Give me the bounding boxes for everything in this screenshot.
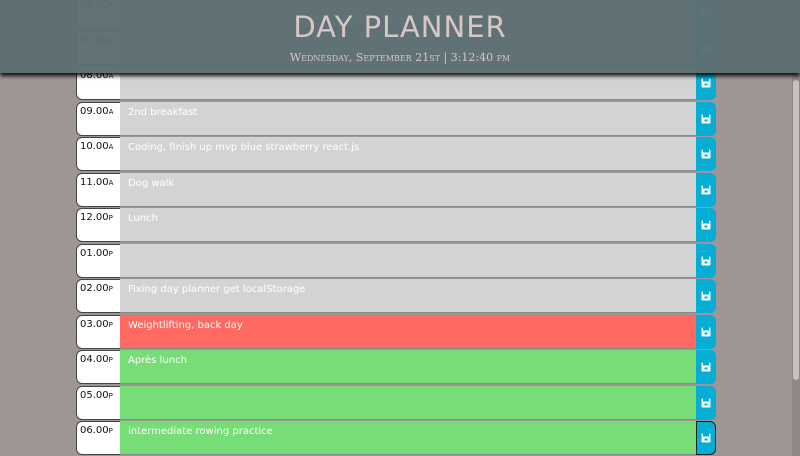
current-date: Wednesday, September 21st | 3:12:40 pm: [289, 51, 511, 64]
hour-ampm: P: [108, 320, 113, 329]
hour-ampm: P: [108, 214, 113, 222]
task-input[interactable]: Fixing day planner get localStorage: [120, 279, 696, 313]
time-block-row: 05.00P: [76, 385, 716, 420]
hour-ampm: A: [108, 178, 114, 187]
task-input[interactable]: 2nd breakfast: [120, 101, 696, 136]
hour-label: 11.00A: [76, 172, 120, 207]
time-block-row: 04.00P Après lunch: [76, 350, 716, 384]
task-input[interactable]: Après lunch: [120, 350, 696, 384]
hour-label: 12.00P: [76, 208, 120, 242]
hour-ampm: P: [108, 427, 113, 435]
time-block-row: 06.00P intermediate rowing practice: [76, 421, 716, 455]
hour-time: 12.00: [80, 212, 109, 223]
save-icon: [701, 256, 711, 265]
hour-label: 03.00P: [76, 314, 120, 349]
hour-ampm: P: [108, 285, 113, 293]
time-block-row: 01.00P: [76, 243, 716, 278]
time-block-row: 03.00P Weightlifting, back day: [76, 314, 716, 349]
hour-time: 09.00: [80, 105, 109, 117]
hour-time: 06.00: [80, 425, 109, 436]
task-text: Dog walk: [128, 177, 175, 189]
hour-time: 04.00: [80, 354, 109, 365]
hour-time: 02.00: [80, 283, 109, 294]
save-icon: [701, 291, 711, 301]
time-block-row: 11.00A Dog walk: [76, 172, 716, 207]
task-input[interactable]: Coding, finish up mvp blue strawberry re…: [120, 137, 696, 171]
time-block-row: 10.00A Coding, finish up mvp blue strawbe…: [76, 137, 716, 171]
save-button[interactable]: [696, 350, 716, 384]
scrollbar-thumb[interactable]: [793, 80, 799, 380]
hour-time: 01.00: [80, 247, 109, 259]
save-icon: [701, 114, 711, 123]
save-button[interactable]: [696, 279, 716, 313]
task-input[interactable]: intermediate rowing practice: [120, 421, 696, 455]
time-block-row: 12.00P Lunch: [76, 208, 716, 242]
hour-ampm: A: [108, 107, 114, 116]
task-text: 2nd breakfast: [128, 106, 198, 118]
save-icon: [701, 433, 711, 443]
task-text: Weightlifting, back day: [128, 319, 243, 331]
save-icon: [701, 398, 711, 407]
task-input[interactable]: Lunch: [120, 208, 696, 242]
hour-label: 01.00P: [76, 243, 120, 278]
hour-label: 05.00P: [76, 385, 120, 420]
hour-time: 03.00: [80, 318, 109, 330]
time-block-row: 09.00A 2nd breakfast: [76, 101, 716, 136]
task-input[interactable]: [120, 385, 696, 420]
save-button[interactable]: [696, 137, 716, 171]
task-text: Après lunch: [128, 355, 187, 366]
save-button[interactable]: [696, 172, 716, 207]
task-text: Coding, finish up mvp blue strawberry re…: [128, 142, 360, 153]
hour-ampm: A: [108, 143, 114, 151]
task-text: Fixing day planner get localStorage: [128, 284, 306, 295]
hour-label: 10.00A: [76, 137, 120, 171]
save-button[interactable]: [696, 101, 716, 136]
hour-time: 10.00: [80, 141, 109, 152]
hour-time: 05.00: [80, 389, 109, 401]
save-button[interactable]: [696, 208, 716, 242]
task-text: Lunch: [128, 213, 158, 224]
save-icon: [701, 220, 711, 230]
task-text: intermediate rowing practice: [128, 426, 273, 437]
save-icon: [701, 78, 711, 88]
hour-label: 06.00P: [76, 421, 120, 455]
save-icon: [701, 185, 711, 194]
hour-label: 02.00P: [76, 279, 120, 313]
page-header: DAY PLANNER Wednesday, September 21st | …: [0, 0, 800, 73]
hour-label: 09.00A: [76, 101, 120, 136]
hour-time: 11.00: [80, 176, 109, 188]
save-button[interactable]: [696, 385, 716, 420]
hour-ampm: P: [108, 356, 113, 364]
save-button[interactable]: [696, 314, 716, 349]
hour-ampm: P: [108, 391, 113, 400]
task-input[interactable]: Weightlifting, back day: [120, 314, 696, 349]
save-button[interactable]: [696, 421, 716, 455]
hour-ampm: P: [108, 249, 113, 258]
save-icon: [701, 149, 711, 159]
time-block-row: 02.00P Fixing day planner get localStorag…: [76, 279, 716, 313]
hour-label: 04.00P: [76, 350, 120, 384]
hour-ampm: A: [108, 72, 114, 80]
page-title: DAY PLANNER: [293, 10, 507, 44]
task-input[interactable]: Dog walk: [120, 172, 696, 207]
task-input[interactable]: [120, 243, 696, 278]
save-button[interactable]: [696, 243, 716, 278]
save-icon: [701, 362, 711, 372]
save-icon: [701, 327, 711, 336]
